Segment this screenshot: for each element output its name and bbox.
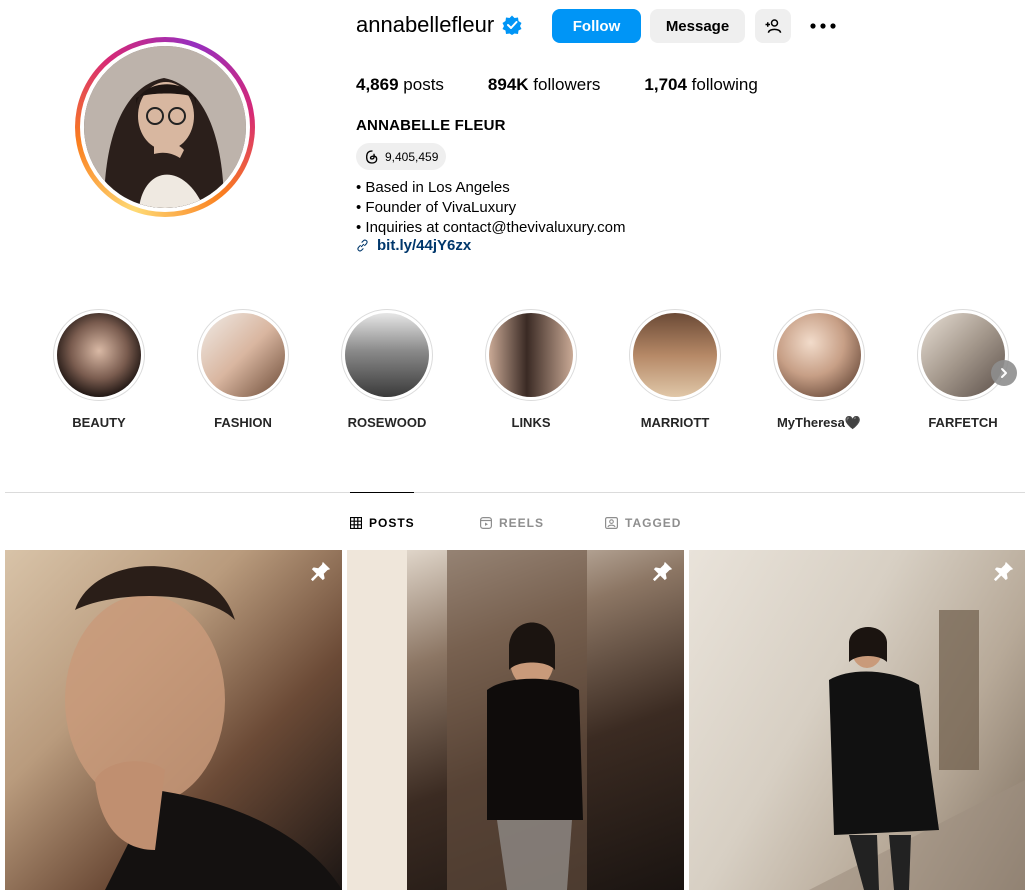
tab-reels-label: REELS xyxy=(499,516,545,530)
following-count-label: following xyxy=(691,75,758,94)
post-thumbnail[interactable] xyxy=(689,550,1025,890)
bio-line: • Founder of VivaLuxury xyxy=(356,199,517,216)
profile-avatar[interactable] xyxy=(75,37,255,217)
bio-line: • Inquiries at contact@thevivaluxury.com xyxy=(356,219,626,236)
pinned-icon xyxy=(652,561,673,582)
threads-badge[interactable]: 9,405,459 xyxy=(356,143,447,170)
highlight-ring xyxy=(629,309,721,401)
add-person-icon xyxy=(765,19,782,33)
highlight-fashion[interactable]: FASHION xyxy=(188,309,298,430)
highlight-rosewood[interactable]: ROSEWOOD xyxy=(332,309,442,430)
avatar-illustration xyxy=(84,46,246,208)
tabs-divider xyxy=(5,492,1025,493)
post-thumbnail[interactable] xyxy=(5,550,342,890)
following-count-value: 1,704 xyxy=(644,75,687,94)
username: annabellefleur xyxy=(356,12,495,37)
threads-count: 9,405,459 xyxy=(385,149,439,164)
highlight-thumbnail xyxy=(633,313,717,397)
post-image xyxy=(809,610,1025,890)
avatar-photo xyxy=(84,46,246,208)
threads-icon xyxy=(365,149,378,164)
tab-posts[interactable]: POSTS xyxy=(350,516,415,530)
following-count[interactable]: 1,704 following xyxy=(644,75,757,95)
pinned-icon xyxy=(310,561,331,582)
username-row: annabellefleur xyxy=(356,12,522,38)
suggest-people-button[interactable] xyxy=(755,9,791,43)
chevron-right-icon xyxy=(1001,368,1007,378)
highlight-ring xyxy=(53,309,145,401)
highlight-label: MyTheresa🖤 xyxy=(776,415,862,430)
follow-button[interactable]: Follow xyxy=(552,9,641,43)
followers-count-label: followers xyxy=(533,75,601,94)
highlight-thumbnail xyxy=(489,313,573,397)
highlight-thumbnail xyxy=(777,313,861,397)
tab-tagged[interactable]: TAGGED xyxy=(605,516,681,530)
more-options-icon xyxy=(810,23,836,29)
tagged-icon xyxy=(605,517,618,529)
full-name: ANNABELLE FLEUR xyxy=(356,117,506,134)
highlights-next-button[interactable] xyxy=(991,360,1017,386)
highlight-label: FASHION xyxy=(214,415,272,430)
highlight-label: LINKS xyxy=(511,415,551,430)
posts-count-value: 4,869 xyxy=(356,75,399,94)
active-tab-indicator xyxy=(350,492,414,493)
link-icon xyxy=(357,239,368,252)
pinned-icon xyxy=(993,561,1014,582)
highlight-label: FARFETCH xyxy=(928,415,998,430)
post-image xyxy=(65,566,342,890)
profile-stats: 4,869 posts 894K followers 1,704 followi… xyxy=(356,75,802,95)
highlight-mytheresa[interactable]: MyTheresa🖤 xyxy=(764,309,874,431)
post-image xyxy=(347,550,587,890)
grid-icon xyxy=(350,517,362,529)
verified-badge-icon xyxy=(502,15,522,35)
reels-icon xyxy=(480,517,492,529)
highlight-label: MARRIOTT xyxy=(640,415,710,430)
highlight-label: BEAUTY xyxy=(72,415,126,430)
post-thumbnail[interactable] xyxy=(347,550,684,890)
highlight-ring xyxy=(485,309,577,401)
highlight-thumbnail xyxy=(921,313,1005,397)
highlight-beauty[interactable]: BEAUTY xyxy=(44,309,154,430)
profile-link-text: bit.ly/44jY6zx xyxy=(377,237,472,254)
posts-count: 4,869 posts xyxy=(356,75,444,95)
highlight-links[interactable]: LINKS xyxy=(476,309,586,430)
tab-reels[interactable]: REELS xyxy=(480,516,544,530)
highlight-ring xyxy=(773,309,865,401)
message-button[interactable]: Message xyxy=(650,9,745,43)
bio: • Based in Los Angeles • Founder of Viva… xyxy=(356,178,625,238)
highlight-thumbnail xyxy=(201,313,285,397)
highlight-marriott[interactable]: MARRIOTT xyxy=(620,309,730,430)
highlight-ring xyxy=(341,309,433,401)
avatar-border xyxy=(80,42,250,212)
followers-count[interactable]: 894K followers xyxy=(488,75,600,95)
highlight-thumbnail xyxy=(345,313,429,397)
tab-posts-label: POSTS xyxy=(369,516,415,530)
profile-link[interactable]: bit.ly/44jY6zx xyxy=(356,237,471,254)
more-options-button[interactable] xyxy=(808,13,838,39)
highlight-ring xyxy=(197,309,289,401)
tab-tagged-label: TAGGED xyxy=(625,516,682,530)
posts-count-label: posts xyxy=(403,75,444,94)
bio-line: • Based in Los Angeles xyxy=(356,179,510,196)
highlight-thumbnail xyxy=(57,313,141,397)
highlight-label: ROSEWOOD xyxy=(347,415,427,430)
highlight-ring xyxy=(917,309,1009,401)
followers-count-value: 894K xyxy=(487,75,529,94)
